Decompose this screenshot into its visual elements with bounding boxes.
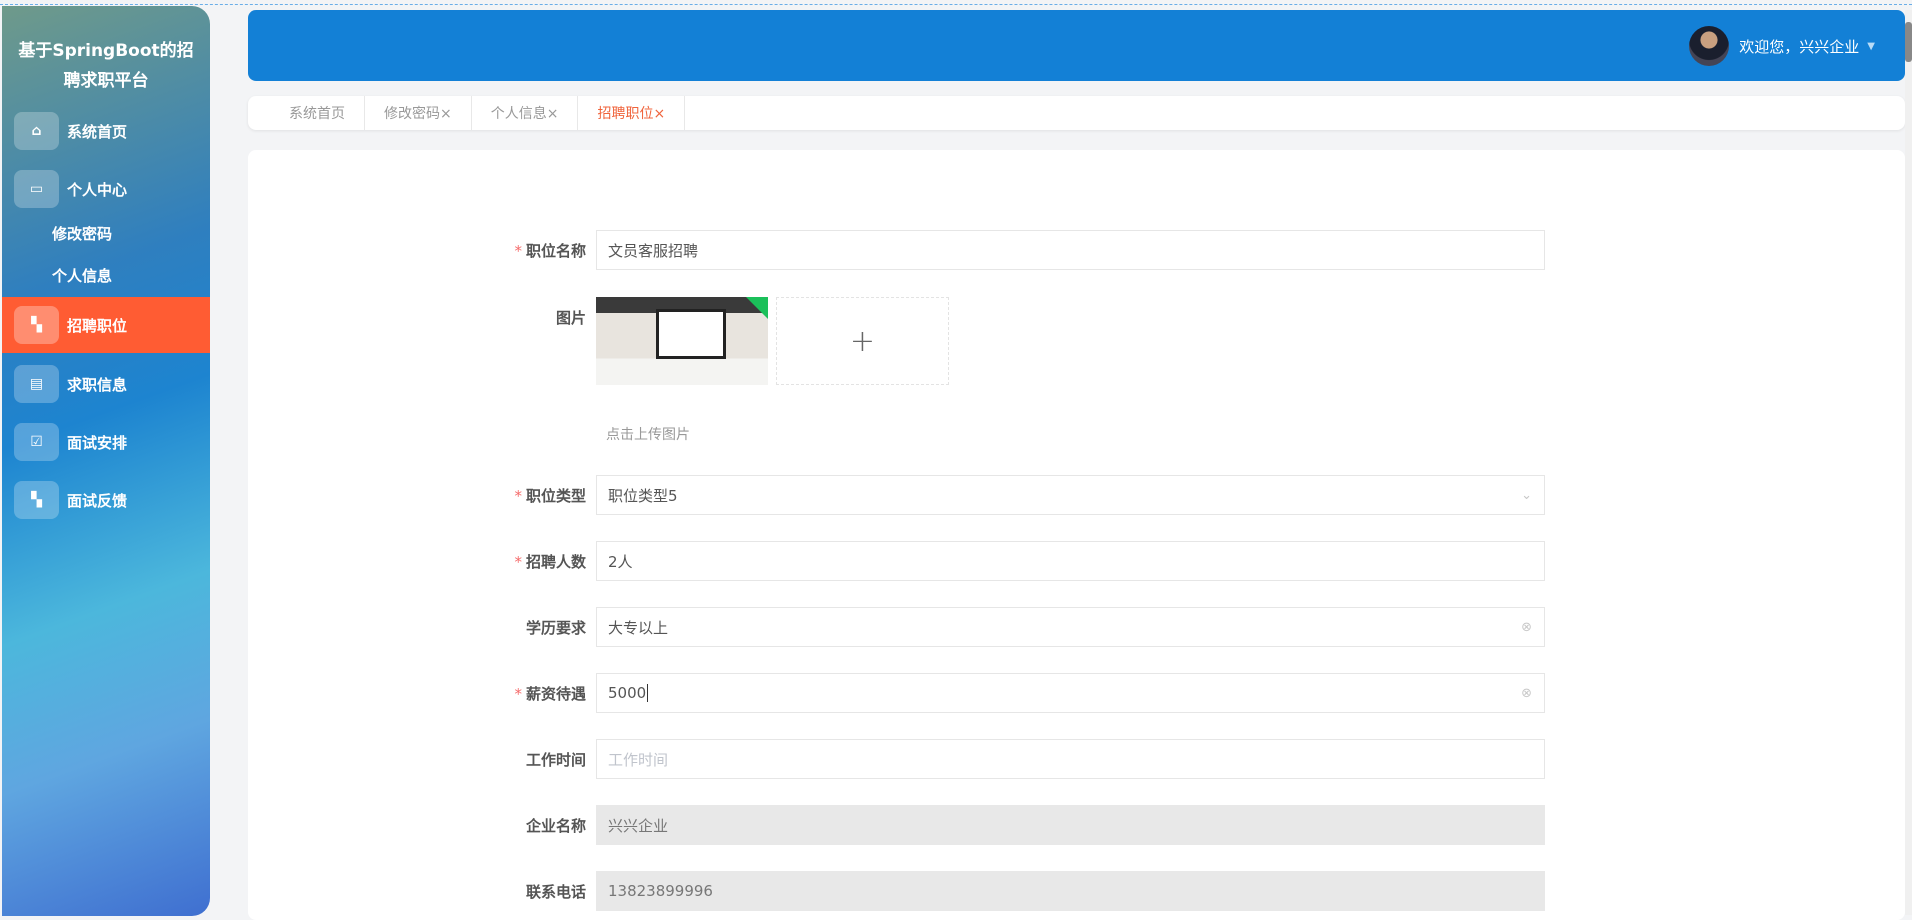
phone-input: 13823899996 — [596, 871, 1545, 911]
top-header: 欢迎您，兴兴企业 ▼ — [248, 10, 1905, 81]
welcome-text: 欢迎您，兴兴企业 — [1739, 37, 1860, 56]
grid-icon: ▚ — [14, 481, 59, 519]
sidebar-item-job-postings[interactable]: ▚ 招聘职位 — [2, 297, 210, 353]
clear-icon[interactable]: ⊗ — [1521, 686, 1532, 701]
tab-bar: 系统首页 修改密码× 个人信息× 招聘职位× — [248, 96, 1905, 130]
wallet-icon: ▭ — [14, 170, 59, 208]
job-type-select[interactable]: 职位类型5 ⌄ — [596, 475, 1545, 515]
tab-personal-info[interactable]: 个人信息× — [472, 96, 579, 130]
form-row-company: 企业名称 兴兴企业 — [500, 805, 1545, 845]
clear-icon[interactable]: ⊗ — [1521, 620, 1532, 635]
form-row-job-type: * 职位类型 职位类型5 ⌄ — [500, 475, 1545, 515]
field-label: 图片 — [555, 309, 586, 327]
field-label: 学历要求 — [525, 618, 586, 637]
top-border — [0, 4, 1912, 5]
form-row-image: 图片 + — [500, 297, 1545, 385]
sidebar-item-change-password[interactable]: 修改密码 — [52, 223, 112, 244]
uploaded-image[interactable] — [596, 297, 768, 385]
tab-change-password[interactable]: 修改密码× — [365, 96, 472, 130]
upload-hint[interactable]: 点击上传图片 — [606, 424, 690, 444]
form-row-education: 学历要求 大专以上 ⊗ — [500, 607, 1545, 647]
form-row-headcount: * 招聘人数 2人 — [500, 541, 1545, 581]
scrollbar[interactable] — [1905, 10, 1912, 915]
field-label: 工作时间 — [525, 750, 586, 769]
tab-job-postings[interactable]: 招聘职位× — [578, 96, 686, 130]
field-label: 企业名称 — [525, 816, 586, 835]
avatar — [1689, 26, 1730, 66]
sidebar-item-interview-feedback[interactable]: ▚ 面试反馈 — [2, 472, 210, 528]
sidebar-item-personal-info[interactable]: 个人信息 — [52, 265, 112, 286]
education-input[interactable]: 大专以上 ⊗ — [596, 607, 1545, 647]
field-label: * 职位类型 — [514, 486, 586, 505]
headcount-input[interactable]: 2人 — [596, 541, 1545, 581]
user-menu[interactable]: 欢迎您，兴兴企业 ▼ — [1689, 26, 1875, 66]
caret-down-icon: ▼ — [1867, 40, 1875, 52]
scrollbar-thumb[interactable] — [1905, 22, 1912, 62]
chevron-down-icon: ⌄ — [1521, 487, 1532, 503]
job-name-input[interactable]: 文员客服招聘 — [596, 230, 1545, 270]
form-row-salary: * 薪资待遇 5000 ⊗ — [500, 673, 1545, 713]
sidebar-item-job-seeking[interactable]: ▤ 求职信息 — [2, 356, 210, 412]
sidebar: 基于SpringBoot的招聘求职平台 ⌂ 系统首页 ▭ 个人中心 修改密码 个人信… — [2, 6, 210, 916]
salary-input[interactable]: 5000 ⊗ — [596, 673, 1545, 713]
form-row-job-name: * 职位名称 文员客服招聘 — [500, 230, 1545, 270]
sidebar-item-home[interactable]: ⌂ 系统首页 — [2, 103, 210, 159]
field-label: 联系电话 — [525, 882, 586, 901]
clipboard-check-icon: ☑ — [14, 423, 59, 461]
work-time-input[interactable]: 工作时间 — [596, 739, 1545, 779]
tab-home[interactable]: 系统首页 — [248, 96, 365, 130]
field-label: * 职位名称 — [514, 241, 586, 260]
clipboard-icon: ▤ — [14, 365, 59, 403]
field-label: * 招聘人数 — [514, 552, 586, 571]
company-name-input: 兴兴企业 — [596, 805, 1545, 845]
app-title: 基于SpringBoot的招聘求职平台 — [18, 41, 194, 91]
sidebar-item-interview-schedule[interactable]: ☑ 面试安排 — [2, 414, 210, 470]
form-row-phone: 联系电话 13823899996 — [500, 871, 1545, 911]
upload-plus-button[interactable]: + — [776, 297, 949, 385]
sidebar-item-personal-center[interactable]: ▭ 个人中心 — [2, 161, 210, 217]
grid-icon: ▚ — [14, 306, 59, 344]
form-row-work-time: 工作时间 工作时间 — [500, 739, 1545, 779]
field-label: * 薪资待遇 — [514, 684, 586, 703]
home-icon: ⌂ — [14, 112, 59, 150]
